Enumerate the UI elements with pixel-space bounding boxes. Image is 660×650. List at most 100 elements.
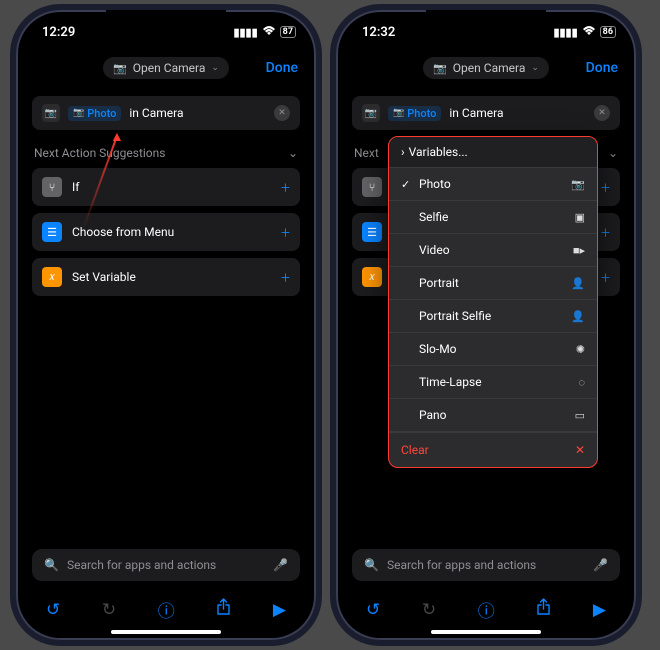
share-button[interactable] [216,598,231,621]
info-button[interactable]: ⓘ [158,597,175,622]
nav-title-text: Open Camera [453,61,526,75]
chevron-down-icon: ⌄ [288,146,298,160]
dropdown-item-portrait[interactable]: Portrait 👤 [389,267,597,300]
content-area: 📷 📷 Photo in Camera ✕ Next ⌄ ⑂ + ☰ + 𝑥 + [336,86,636,296]
redo-button: ↻ [102,600,116,620]
mode-label: Photo [87,107,116,120]
add-icon[interactable]: + [281,178,290,197]
battery-indicator: 87 [280,26,296,38]
camera-icon: 📷 [571,178,585,191]
action-suffix: in Camera [449,106,503,120]
search-placeholder: Search for apps and actions [387,558,536,572]
phone-right: 12:32 ▮▮▮▮ 86 📷 Open Camera ⌄ Done 📷 📷 P… [336,10,636,640]
status-indicators: ▮▮▮▮ 87 [233,26,296,39]
search-bar[interactable]: 🔍 Search for apps and actions 🎤 [32,549,300,581]
toolbar: ↺ ↻ ⓘ ▶ [352,591,620,624]
info-button[interactable]: ⓘ [478,597,495,622]
variable-icon: 𝑥 [42,267,62,287]
close-icon: ✕ [575,443,585,457]
run-button[interactable]: ▶ [593,600,606,620]
clear-label: Clear [401,443,429,457]
dropdown-item-pano[interactable]: Pano ▭ [389,399,597,432]
person-square-icon: ▣ [575,211,585,224]
item-label: Time-Lapse [419,375,482,389]
signal-icon: ▮▮▮▮ [233,26,257,39]
dropdown-item-selfie[interactable]: Selfie ▣ [389,201,597,234]
wifi-icon [582,26,596,39]
suggestions-title: Next [354,146,379,160]
search-bar[interactable]: 🔍 Search for apps and actions 🎤 [352,549,620,581]
item-label: Slo-Mo [419,342,457,356]
home-indicator[interactable] [111,630,221,634]
camera-icon: 📷 [393,108,404,118]
done-button[interactable]: Done [586,60,618,76]
item-label: Selfie [419,210,448,224]
dropdown-item-portrait-selfie[interactable]: Portrait Selfie 👤 [389,300,597,333]
item-label: Portrait [419,276,459,290]
check-icon: ✓ [401,178,411,191]
action-card[interactable]: 📷 📷 Photo in Camera ✕ [32,96,300,130]
add-icon[interactable]: + [601,223,610,242]
mic-icon[interactable]: 🎤 [273,558,288,572]
panorama-icon: ▭ [575,409,585,422]
mode-dropdown: › Variables... ✓Photo 📷 Selfie ▣ Video ■… [388,136,598,468]
dropdown-clear[interactable]: Clear ✕ [389,432,597,467]
spinner-icon: ✺ [576,343,585,356]
variables-label: Variables... [409,145,468,159]
wifi-icon [262,26,276,39]
add-icon[interactable]: + [601,268,610,287]
done-button[interactable]: Done [266,60,298,76]
undo-button[interactable]: ↺ [366,600,380,620]
add-icon[interactable]: + [281,268,290,287]
item-label: Pano [419,408,447,422]
nav-title-pill[interactable]: 📷 Open Camera ⌄ [423,57,549,79]
nav-title-pill[interactable]: 📷 Open Camera ⌄ [103,57,229,79]
variables-row[interactable]: › Variables... [388,136,598,168]
action-card[interactable]: 📷 📷 Photo in Camera ✕ [352,96,620,130]
mode-parameter[interactable]: 📷 Photo [68,106,121,121]
suggestion-choose-menu[interactable]: ☰ Choose from Menu + [32,213,300,251]
video-icon: ■▸ [573,244,585,257]
suggestion-if[interactable]: ⑂ If + [32,168,300,206]
run-button[interactable]: ▶ [273,600,286,620]
undo-button[interactable]: ↺ [46,600,60,620]
if-icon: ⑂ [42,177,62,197]
notch [426,10,546,36]
mode-label: Photo [407,107,436,120]
home-indicator[interactable] [431,630,541,634]
menu-icon: ☰ [42,222,62,242]
notch [106,10,226,36]
menu-icon: ☰ [362,222,382,242]
person-icon: 👤 [571,277,585,290]
search-icon: 🔍 [44,558,59,572]
content-area: 📷 📷 Photo in Camera ✕ ▲ Next Action Sugg… [16,86,316,296]
dropdown-item-video[interactable]: Video ■▸ [389,234,597,267]
signal-icon: ▮▮▮▮ [553,26,577,39]
phone-left: 12:29 ▮▮▮▮ 87 📷 Open Camera ⌄ Done 📷 📷 P… [16,10,316,640]
bottom-area: 🔍 Search for apps and actions 🎤 ↺ ↻ ⓘ ▶ [336,549,636,640]
clear-icon[interactable]: ✕ [594,105,610,121]
camera-app-icon: 📷 [362,104,380,122]
mic-icon[interactable]: 🎤 [593,558,608,572]
if-icon: ⑂ [362,177,382,197]
chevron-down-icon: ⌄ [608,146,618,160]
share-button[interactable] [536,598,551,621]
add-icon[interactable]: + [601,178,610,197]
suggestion-label: Set Variable [72,270,136,284]
clear-icon[interactable]: ✕ [274,105,290,121]
mode-parameter[interactable]: 📷 Photo [388,106,441,121]
item-label: Video [419,243,450,257]
dropdown-item-photo[interactable]: ✓Photo 📷 [389,168,597,201]
add-icon[interactable]: + [281,223,290,242]
chevron-down-icon: ⌄ [531,63,539,73]
bottom-area: 🔍 Search for apps and actions 🎤 ↺ ↻ ⓘ ▶ [16,549,316,640]
status-time: 12:32 [362,25,395,40]
suggestions-header[interactable]: Next Action Suggestions ⌄ [32,130,300,168]
dropdown-item-timelapse[interactable]: Time-Lapse ◌ [389,366,597,399]
nav-bar: 📷 Open Camera ⌄ Done [16,50,316,86]
suggestion-set-variable[interactable]: 𝑥 Set Variable + [32,258,300,296]
chevron-right-icon: › [401,145,405,159]
search-placeholder: Search for apps and actions [67,558,216,572]
dropdown-item-slomo[interactable]: Slo-Mo ✺ [389,333,597,366]
toolbar: ↺ ↻ ⓘ ▶ [32,591,300,624]
